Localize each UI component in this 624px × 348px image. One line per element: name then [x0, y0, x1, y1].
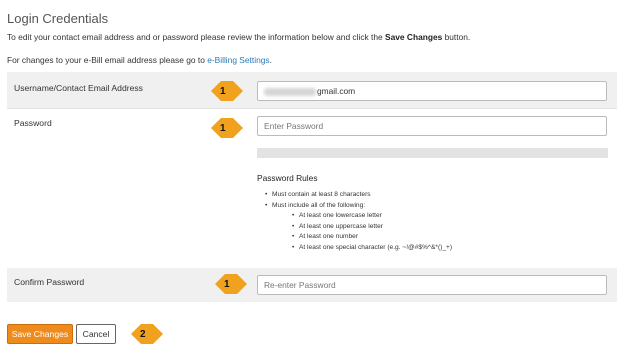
rule-item: Must include all of the following:	[257, 201, 452, 212]
save-changes-button[interactable]: Save Changes	[7, 324, 73, 344]
username-input[interactable]: gmail.com	[257, 81, 607, 101]
password-strength-meter	[257, 148, 608, 158]
password-input[interactable]: Enter Password	[257, 116, 607, 136]
changes-prefix: For changes to your e-Bill email address…	[7, 55, 208, 65]
callout-badge-2: 2	[131, 324, 163, 344]
changes-suffix: .	[269, 55, 272, 65]
username-label: Username/Contact Email Address	[14, 83, 143, 93]
ebill-changes-note: For changes to your e-Bill email address…	[7, 55, 272, 65]
rule-item: Must contain at least 8 characters	[257, 190, 452, 201]
password-rules: Password Rules Must contain at least 8 c…	[257, 173, 452, 253]
password-label: Password	[14, 118, 52, 128]
rule-sub-item: At least one number	[257, 232, 452, 243]
rule-sub-item: At least one uppercase letter	[257, 222, 452, 233]
password-row: Password Enter Password Password Rules M…	[7, 109, 617, 267]
rule-sub-item: At least one lowercase letter	[257, 211, 452, 222]
section-title: Login Credentials	[7, 11, 109, 26]
intro-suffix: button.	[442, 32, 471, 42]
rule-sub-item: At least one special character (e.g. ~!@…	[257, 243, 452, 254]
username-value: gmail.com	[317, 86, 356, 96]
confirm-password-input[interactable]: Re-enter Password	[257, 275, 607, 295]
password-rules-list: Must contain at least 8 characters Must …	[257, 190, 452, 253]
intro-prefix: To edit your contact email address and o…	[7, 32, 386, 42]
username-row: Username/Contact Email Address gmail.com	[7, 72, 617, 108]
confirm-password-row: Confirm Password Re-enter Password	[7, 268, 617, 302]
cancel-button[interactable]: Cancel	[76, 324, 116, 344]
confirm-password-label: Confirm Password	[14, 277, 85, 287]
intro-bold: Save Changes	[385, 32, 443, 42]
intro-text: To edit your contact email address and o…	[7, 32, 470, 42]
password-rules-title: Password Rules	[257, 173, 318, 183]
ebilling-settings-link[interactable]: e-Billing Settings	[207, 55, 269, 65]
redacted-email-prefix	[264, 87, 316, 96]
